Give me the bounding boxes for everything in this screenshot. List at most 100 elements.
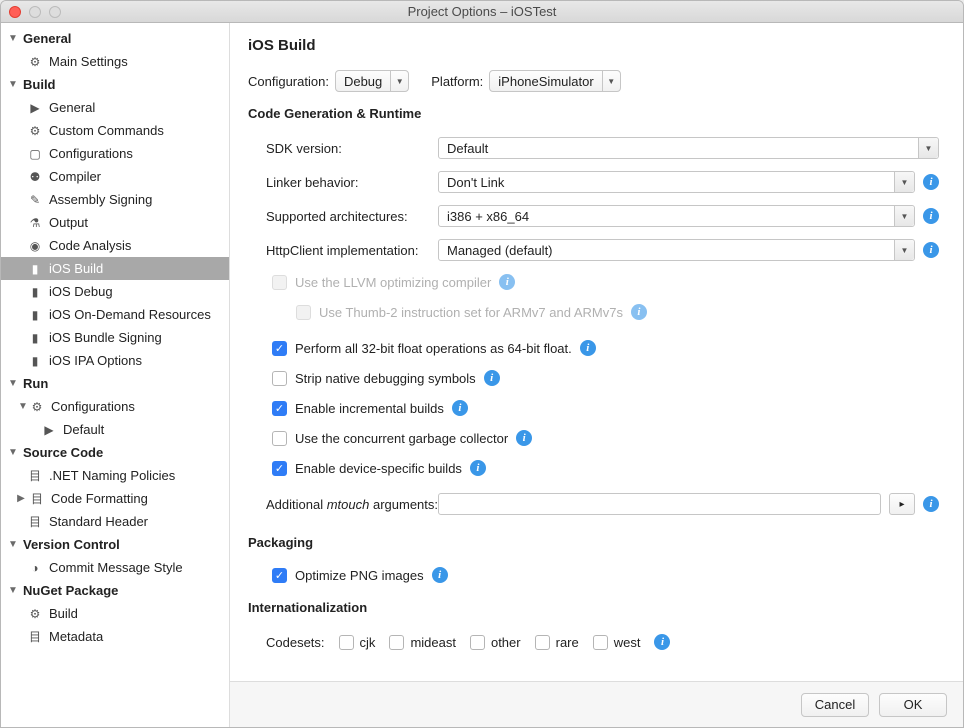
- chevron-down-icon: ▼: [7, 585, 19, 596]
- sdk-select[interactable]: Default ▼: [438, 137, 939, 159]
- chevron-down-icon: ▼: [7, 447, 19, 458]
- device-builds-checkbox[interactable]: ✓: [272, 461, 287, 476]
- sidebar-item-ios-build[interactable]: ▮iOS Build: [1, 257, 229, 280]
- sidebar-item-code-analysis[interactable]: ◉Code Analysis: [1, 234, 229, 257]
- phone-icon: ▮: [27, 354, 43, 368]
- chevron-down-icon: ▼: [894, 240, 914, 260]
- info-icon[interactable]: i: [923, 496, 939, 512]
- gear-icon: ⚙: [27, 124, 43, 138]
- sidebar-item-configurations[interactable]: ▢Configurations: [1, 142, 229, 165]
- footer: Cancel OK: [230, 681, 963, 727]
- codeset-other-checkbox[interactable]: [470, 635, 485, 650]
- float-label: Perform all 32-bit float operations as 6…: [295, 341, 572, 356]
- gc-checkbox[interactable]: [272, 431, 287, 446]
- sidebar-item-ios-ipa[interactable]: ▮iOS IPA Options: [1, 349, 229, 372]
- sidebar-item-custom-commands[interactable]: ⚙Custom Commands: [1, 119, 229, 142]
- sidebar-header-nuget[interactable]: ▼ NuGet Package: [1, 579, 229, 602]
- sidebar-header-build[interactable]: ▼ Build: [1, 73, 229, 96]
- incremental-checkbox[interactable]: ✓: [272, 401, 287, 416]
- sidebar-item-build-general[interactable]: ▶General: [1, 96, 229, 119]
- http-select[interactable]: Managed (default) ▼: [438, 239, 915, 261]
- strip-checkbox[interactable]: [272, 371, 287, 386]
- phone-icon: ▮: [27, 331, 43, 345]
- cancel-button[interactable]: Cancel: [801, 693, 869, 717]
- mtouch-label: Additional mtouch arguments:: [248, 497, 438, 512]
- platform-label: Platform:: [431, 74, 483, 89]
- section-codegen: Code Generation & Runtime: [248, 106, 945, 121]
- info-icon[interactable]: i: [580, 340, 596, 356]
- sidebar-item-nuget-build[interactable]: ⚙Build: [1, 602, 229, 625]
- chevron-down-icon: ▼: [894, 206, 914, 226]
- gear-icon: ⚙: [27, 607, 43, 621]
- sidebar-item-output[interactable]: ⚗Output: [1, 211, 229, 234]
- sidebar-item-run-configurations[interactable]: ▼ ⚙ Configurations: [1, 395, 229, 418]
- format-icon: ⽬: [29, 490, 45, 507]
- chevron-down-icon: ▼: [7, 378, 19, 389]
- chevron-down-icon: ▼: [7, 539, 19, 550]
- sidebar-item-naming-policies[interactable]: ⽬.NET Naming Policies: [1, 464, 229, 487]
- phone-icon: ▮: [27, 308, 43, 322]
- section-i18n: Internationalization: [248, 600, 945, 615]
- sidebar-item-ios-bundle-signing[interactable]: ▮iOS Bundle Signing: [1, 326, 229, 349]
- info-icon[interactable]: i: [432, 567, 448, 583]
- sidebar-item-commit-style[interactable]: ◑Commit Message Style: [1, 556, 229, 579]
- sidebar-item-nuget-metadata[interactable]: ⽬Metadata: [1, 625, 229, 648]
- sidebar-item-compiler[interactable]: ⚉Compiler: [1, 165, 229, 188]
- linker-select[interactable]: Don't Link ▼: [438, 171, 915, 193]
- info-icon[interactable]: i: [516, 430, 532, 446]
- float-checkbox[interactable]: ✓: [272, 341, 287, 356]
- sidebar-header-version-control[interactable]: ▼ Version Control: [1, 533, 229, 556]
- info-icon[interactable]: i: [923, 242, 939, 258]
- page-title: iOS Build: [248, 37, 945, 54]
- phone-icon: ▮: [27, 262, 43, 276]
- info-icon[interactable]: i: [923, 174, 939, 190]
- info-icon[interactable]: i: [470, 460, 486, 476]
- sidebar-item-assembly-signing[interactable]: ✎Assembly Signing: [1, 188, 229, 211]
- sidebar-item-ios-ondemand[interactable]: ▮iOS On-Demand Resources: [1, 303, 229, 326]
- sidebar: ▼ General ⚙ Main Settings ▼ Build ▶Gener…: [1, 23, 230, 727]
- sidebar-item-code-formatting[interactable]: ▶⽬Code Formatting: [1, 487, 229, 510]
- arch-select[interactable]: i386 + x86_64 ▼: [438, 205, 915, 227]
- ok-button[interactable]: OK: [879, 693, 947, 717]
- check-icon: ◑: [27, 561, 43, 575]
- sidebar-item-run-default[interactable]: ▶ Default: [1, 418, 229, 441]
- info-icon[interactable]: i: [499, 274, 515, 290]
- section-packaging: Packaging: [248, 535, 945, 550]
- sidebar-header-general[interactable]: ▼ General: [1, 27, 229, 50]
- play-icon: ▶: [27, 101, 43, 115]
- png-checkbox[interactable]: ✓: [272, 568, 287, 583]
- sidebar-item-standard-header[interactable]: ⽬Standard Header: [1, 510, 229, 533]
- sidebar-header-source-code[interactable]: ▼ Source Code: [1, 441, 229, 464]
- codeset-cjk-checkbox[interactable]: [339, 635, 354, 650]
- configuration-select[interactable]: Debug ▼: [335, 70, 409, 92]
- gear-icon: ⚙: [27, 55, 43, 69]
- thumb-label: Use Thumb-2 instruction set for ARMv7 an…: [319, 305, 623, 320]
- thumb-checkbox: [296, 305, 311, 320]
- configuration-label: Configuration:: [248, 74, 329, 89]
- chevron-down-icon: ▼: [894, 172, 914, 192]
- flask-icon: ⚗: [27, 216, 43, 230]
- mtouch-input[interactable]: [438, 493, 881, 515]
- list-icon: ⽬: [27, 467, 43, 484]
- sidebar-item-main-settings[interactable]: ⚙ Main Settings: [1, 50, 229, 73]
- platform-select[interactable]: iPhoneSimulator ▼: [489, 70, 620, 92]
- codeset-west-checkbox[interactable]: [593, 635, 608, 650]
- sidebar-item-ios-debug[interactable]: ▮iOS Debug: [1, 280, 229, 303]
- chevron-down-icon: ▼: [918, 138, 938, 158]
- mtouch-menu-button[interactable]: ▸: [889, 493, 915, 515]
- chevron-down-icon: ▼: [7, 79, 19, 90]
- sidebar-header-run[interactable]: ▼ Run: [1, 372, 229, 395]
- info-icon[interactable]: i: [923, 208, 939, 224]
- codeset-mideast-checkbox[interactable]: [389, 635, 404, 650]
- info-icon[interactable]: i: [631, 304, 647, 320]
- chevron-down-icon: ▼: [7, 33, 19, 44]
- chevron-down-icon: ▼: [602, 71, 620, 91]
- header-icon: ⽬: [27, 513, 43, 530]
- info-icon[interactable]: i: [452, 400, 468, 416]
- linker-label: Linker behavior:: [248, 175, 438, 190]
- gc-label: Use the concurrent garbage collector: [295, 431, 508, 446]
- info-icon[interactable]: i: [654, 634, 670, 650]
- list-icon: ⽬: [27, 628, 43, 645]
- info-icon[interactable]: i: [484, 370, 500, 386]
- codeset-rare-checkbox[interactable]: [535, 635, 550, 650]
